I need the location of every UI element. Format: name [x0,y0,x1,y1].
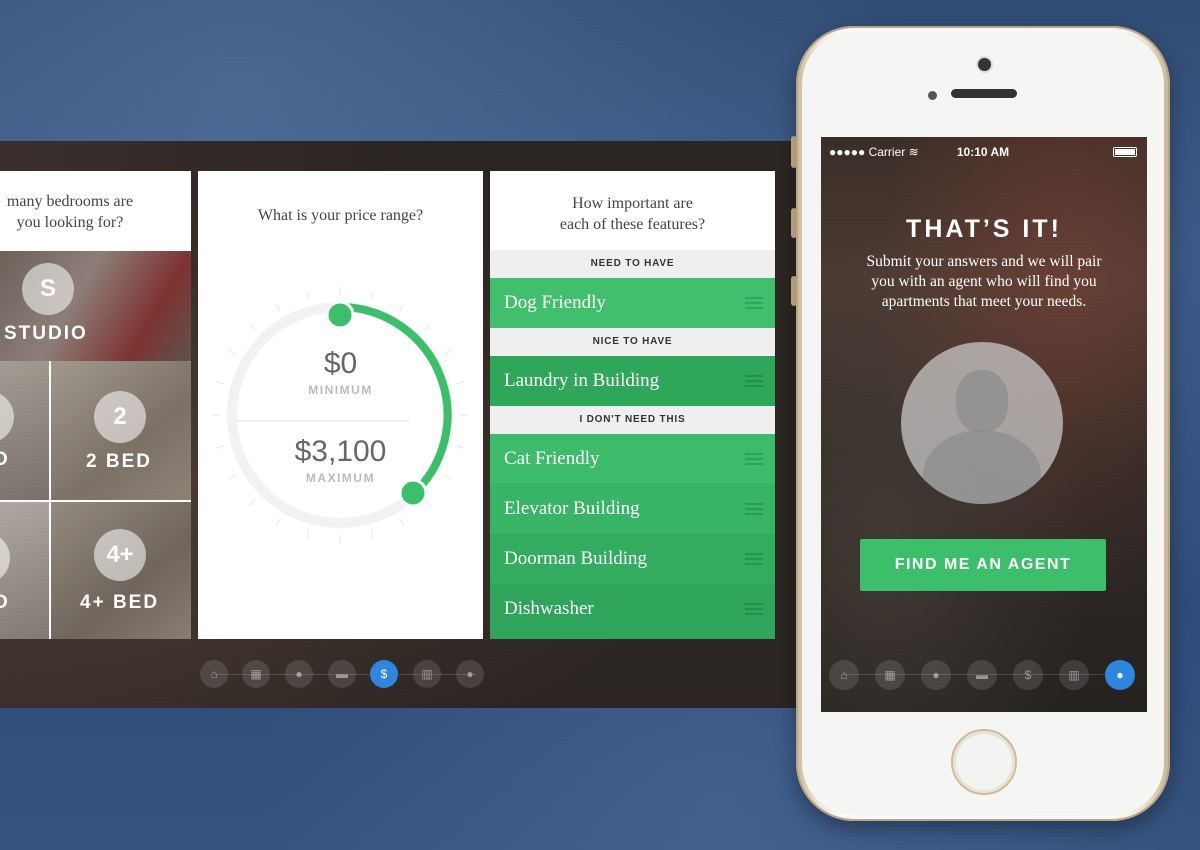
home-icon[interactable]: ⌂ [829,660,859,690]
drag-handle-icon[interactable] [745,503,763,515]
battery-icon [1113,147,1137,157]
bed-icon[interactable]: ▬ [967,660,997,690]
drag-handle-icon[interactable] [745,553,763,565]
drag-handle-icon[interactable] [745,603,763,615]
phone-screen: ●●●●● Carrier ≋ 10:10 AM THAT’S IT! Subm… [821,137,1147,712]
feature-row[interactable]: Elevator Building [490,484,775,534]
maximum-value: $3,100 [294,435,387,468]
minimum-label: MINIMUM [308,383,373,397]
dial-tick [399,303,405,312]
feature-label: Laundry in Building [504,370,660,391]
features-question: How important are each of these features… [490,193,775,235]
bedroom-option-2[interactable]: 2 2 BED [51,361,191,500]
home-button[interactable] [951,729,1017,795]
bed-icon[interactable]: ▬ [328,660,356,688]
status-time: 10:10 AM [956,145,1010,159]
minimum-block: $0 MINIMUM [198,347,483,397]
dial-tick [399,518,405,527]
bedrooms-question: many bedrooms are you looking for? [0,191,150,233]
studio-label: STUDIO [4,323,88,344]
feature-label: Dishwasher [504,598,594,619]
subtitle-line: you with an agent who will find you [871,273,1097,290]
feature-label: Dog Friendly [504,292,606,313]
option-3-badge [0,532,10,584]
bedroom-option-4plus[interactable]: 4+ 4+ BED [51,502,191,639]
dollar-icon[interactable]: $ [370,660,398,688]
option-1-badge [0,391,14,443]
calendar-icon[interactable]: ▦ [242,660,270,688]
price-range-dial [212,287,468,543]
option-1-label: D [0,449,10,470]
maximum-label: MAXIMUM [305,471,376,485]
user-icon[interactable]: ● [456,660,484,688]
front-camera [978,58,991,71]
proximity-sensor [928,91,937,100]
subtitle-line: Submit your answers and we will pair [866,253,1102,270]
location-pin-icon[interactable]: ● [921,660,951,690]
minimum-value: $0 [323,347,358,380]
status-bar: ●●●●● Carrier ≋ 10:10 AM [829,145,1137,159]
question-line-1: How important are [572,195,693,212]
question-line-1: many bedrooms are [6,193,134,210]
earpiece-speaker [951,89,1017,98]
bedrooms-screen: many bedrooms are you looking for? S STU… [0,171,191,639]
dial-tick [424,324,431,331]
feature-label: Doorman Building [504,548,648,569]
page-subtitle: Submit your answers and we will pair you… [851,252,1117,312]
drag-handle-icon[interactable] [745,375,763,387]
option-2-label: 2 BED [86,451,152,472]
feature-label: Cat Friendly [504,448,600,469]
dial-tick [424,499,431,506]
dial-tick [249,324,256,331]
building-icon[interactable]: ▥ [413,660,441,688]
bedroom-option-studio[interactable]: S STUDIO [0,251,191,361]
maximum-block: $3,100 MAXIMUM [198,435,483,485]
home-icon[interactable]: ⌂ [200,660,228,688]
feature-label: Elevator Building [504,498,640,519]
features-screen: How important are each of these features… [490,171,775,639]
section-header-nice: NICE TO HAVE [490,328,775,356]
option-2-badge: 2 [94,391,146,443]
dial-tick [249,499,256,506]
feature-row[interactable]: Dishwasher [490,584,775,639]
price-screen: What is your price range? $0 MINIMUM $3,… [198,171,483,639]
dial-tick [370,291,374,300]
bedroom-option-3[interactable]: D [0,502,49,639]
drag-handle-icon[interactable] [745,297,763,309]
feature-row[interactable]: Cat Friendly [490,434,775,484]
option-4plus-label: 4+ BED [80,592,160,613]
section-header-need: NEED TO HAVE [490,250,775,278]
avatar-body [923,430,1041,504]
location-pin-icon[interactable]: ● [285,660,313,688]
avatar-head [956,370,1008,432]
feature-row[interactable]: Dog Friendly [490,278,775,328]
studio-badge: S [22,263,74,315]
page-title: THAT’S IT! [906,215,1062,243]
calendar-icon[interactable]: ▦ [875,660,905,690]
dial-tick [275,303,281,312]
option-4plus-badge: 4+ [94,529,146,581]
step-pager: ⌂ ▦ ● ▬ $ ▥ ● [200,659,490,689]
dial-tick [370,530,374,539]
question-line-2: each of these features? [559,216,706,233]
drag-handle-icon[interactable] [745,453,763,465]
dial-tick [306,530,310,539]
bedroom-option-1[interactable]: D [0,361,49,500]
dial-tick [275,518,281,527]
user-icon[interactable]: ● [1105,660,1135,690]
dial-tick [306,291,310,300]
minimum-handle[interactable] [325,300,355,330]
option-3-label: D [0,592,10,613]
subtitle-line: apartments that meet your needs. [881,293,1087,310]
feature-row[interactable]: Doorman Building [490,534,775,584]
question-line-2: you looking for? [16,214,124,231]
feature-row[interactable]: Laundry in Building [490,356,775,406]
phone-step-pager: ⌂ ▦ ● ▬ $ ▥ ● [829,659,1139,690]
find-agent-button[interactable]: FIND ME AN AGENT [860,539,1106,591]
avatar-placeholder-icon [901,342,1063,504]
dollar-icon[interactable]: $ [1013,660,1043,690]
building-icon[interactable]: ▥ [1059,660,1089,690]
section-header-dont-need: I DON'T NEED THIS [490,406,775,434]
